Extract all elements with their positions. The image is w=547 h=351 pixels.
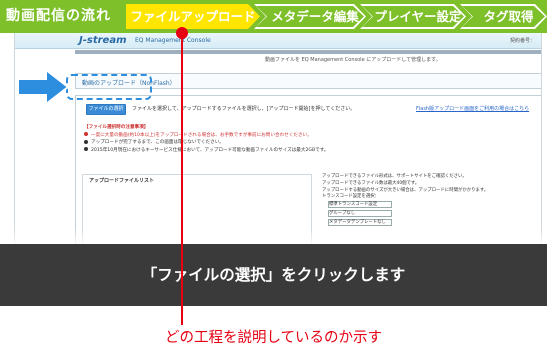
annotation-text: どの工程を説明しているのか示す	[164, 330, 383, 346]
step-metadata-edit: メタデータ編集	[254, 4, 366, 29]
flash-upload-link[interactable]: Flash版アップロード画面をご利用の場合はこちら	[416, 105, 529, 112]
select-value: 標準トランスコード設定	[329, 202, 378, 208]
step-label: ファイルアップロード	[130, 9, 256, 24]
select-field[interactable]: メタデータテンプレートなし	[328, 218, 392, 226]
caption-text: 「ファイルの選択」をクリックします	[141, 266, 406, 284]
step-label: プレイヤー設定	[362, 6, 464, 27]
step-file-upload: ファイルアップロード	[126, 4, 260, 29]
step-label: タグ取得	[462, 6, 545, 27]
flow-title: 動画配信の流れ	[6, 8, 111, 24]
app-logo-sub: EQ Management Console	[135, 37, 211, 44]
red-bullet-icon	[84, 132, 88, 136]
select-value: メタデータテンプレートなし	[329, 219, 386, 225]
arrow-right-icon	[18, 70, 68, 104]
black-bullet-icon	[84, 139, 88, 144]
app-logo: J-stream	[79, 35, 127, 46]
upload-description: ファイルを選択して、アップロードするファイルを選択し、[アップロード開始]を押し…	[132, 106, 356, 112]
file-select-button[interactable]: ファイルの選択	[86, 104, 126, 115]
app-header: J-stream EQ Management Console 契約番号：	[15, 33, 541, 49]
note-item: 2015年10月現在におけるキーサービス仕様において、アップロード可能な動画ファ…	[84, 147, 414, 155]
select-field[interactable]: 標準トランスコード設定	[328, 201, 392, 209]
note-item: アップロードが完了するまで、この画面は閉じないでください。	[84, 139, 414, 147]
pointer-dot	[176, 27, 188, 39]
transcode-select[interactable]: 標準トランスコード設定	[322, 201, 536, 210]
note-item: 一度に大量の動画(約10本以上)をアップロードされる場合は、お手数ですが事前にお…	[84, 132, 414, 140]
nav-bar	[75, 50, 541, 54]
fade-overlay	[0, 228, 547, 244]
note-text: 2015年10月現在におけるキーサービス仕様において、アップロード可能な動画ファ…	[91, 147, 329, 153]
breadcrumb: 動画ファイルを EQ Management Console にアップロードして管…	[265, 57, 441, 63]
template-select[interactable]: メタデータテンプレートなし	[322, 218, 536, 228]
step-player-setting: プレイヤー設定	[360, 4, 466, 29]
notes-heading: 【ファイル選択時の注意事項】	[84, 125, 149, 130]
settings-text: トランスコード設定を選択：	[322, 194, 379, 200]
upload-notes: 【ファイル選択時の注意事項】 一度に大量の動画(約10本以上)をアップロードされ…	[84, 124, 414, 154]
highlight-box	[66, 74, 152, 100]
step-tag-get: タグ取得	[460, 4, 547, 29]
settings-text: アップロードできるファイル形式は、サポートサイトをご確認ください。	[322, 174, 467, 179]
black-bullet-icon	[84, 147, 88, 151]
select-field[interactable]: グループなし	[328, 209, 392, 217]
settings-text: アップロードできるファイル数は最大40個です。	[322, 180, 420, 186]
file-list-title: アップロードファイルリスト	[89, 178, 155, 184]
note-text: 一度に大量の動画(約10本以上)をアップロードされる場合は、お手数ですが事前にお…	[91, 132, 312, 138]
contract-number: 契約番号：	[509, 38, 535, 44]
pointer-line	[181, 33, 183, 325]
group-select[interactable]: グループなし	[322, 209, 536, 219]
select-value: グループなし	[329, 210, 356, 216]
step-label: メタデータ編集	[256, 6, 364, 27]
step-bar: 動画配信の流れ ファイルアップロード メタデータ編集 プレイヤー設定 タグ取得	[0, 0, 547, 33]
note-text: アップロードが完了するまで、この画面は閉じないでください。	[91, 140, 224, 145]
